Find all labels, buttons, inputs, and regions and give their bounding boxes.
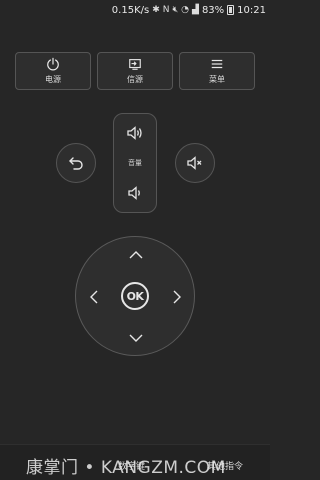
volume-down-icon[interactable]	[126, 184, 144, 202]
signal-icon: ▟	[192, 5, 199, 15]
battery-percent: 83%	[201, 4, 225, 16]
source-button[interactable]: 信源	[97, 52, 173, 90]
source-label: 信源	[127, 75, 143, 84]
menu-button[interactable]: 菜单	[179, 52, 255, 90]
back-icon	[69, 157, 83, 170]
volume-label: 音量	[128, 159, 142, 167]
source-input-icon	[129, 59, 141, 70]
mute-button[interactable]	[175, 143, 215, 183]
menu-icon	[211, 59, 223, 69]
status-bar: 0.15K/s ✱ N 🔇︎ ◔ ▟ 83% 10:21	[0, 0, 270, 20]
arrow-right-icon[interactable]	[169, 289, 185, 305]
nfc-icon: N	[162, 5, 170, 15]
power-icon	[47, 57, 59, 71]
arrow-down-icon[interactable]	[128, 330, 144, 346]
power-label: 电源	[45, 75, 61, 84]
bluetooth-icon: ✱	[152, 5, 160, 15]
volume-up-icon[interactable]	[126, 124, 144, 142]
network-speed: 0.15K/s	[111, 4, 150, 16]
power-button[interactable]: 电源	[15, 52, 91, 90]
ok-button[interactable]: OK	[121, 282, 149, 310]
arrow-left-icon[interactable]	[86, 289, 102, 305]
watermark: 康掌门 • KANGZM.COM	[26, 458, 226, 478]
mute-icon: 🔇︎	[172, 5, 179, 15]
back-button[interactable]	[56, 143, 96, 183]
clock: 10:21	[237, 4, 266, 16]
wifi-icon: ◔	[181, 5, 190, 15]
direction-pad: OK	[75, 236, 195, 356]
menu-label: 菜单	[209, 75, 225, 84]
battery-icon	[227, 5, 235, 15]
arrow-up-icon[interactable]	[128, 247, 144, 263]
volume-control: 音量	[113, 113, 157, 213]
mute-icon	[187, 156, 202, 170]
bottom-bar: 数字键 其他指令 康掌门 • KANGZM.COM	[0, 444, 270, 480]
